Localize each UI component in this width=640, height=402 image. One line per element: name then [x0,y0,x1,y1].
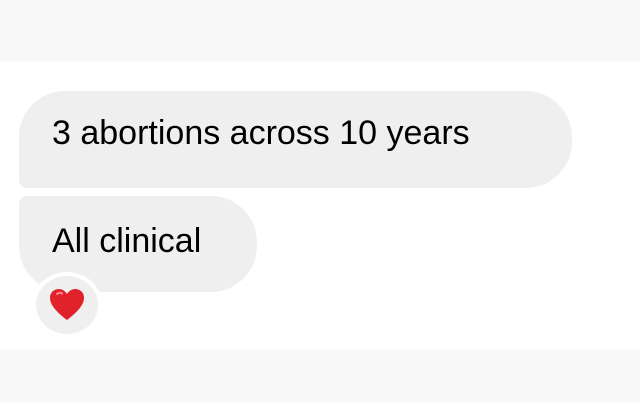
message-text: All clinical [52,222,202,260]
message-bubble[interactable]: 3 abortions across 10 years [19,91,572,188]
reaction-badge[interactable] [32,272,102,338]
red-heart-icon [50,289,84,320]
message-text: 3 abortions across 10 years [52,114,470,152]
